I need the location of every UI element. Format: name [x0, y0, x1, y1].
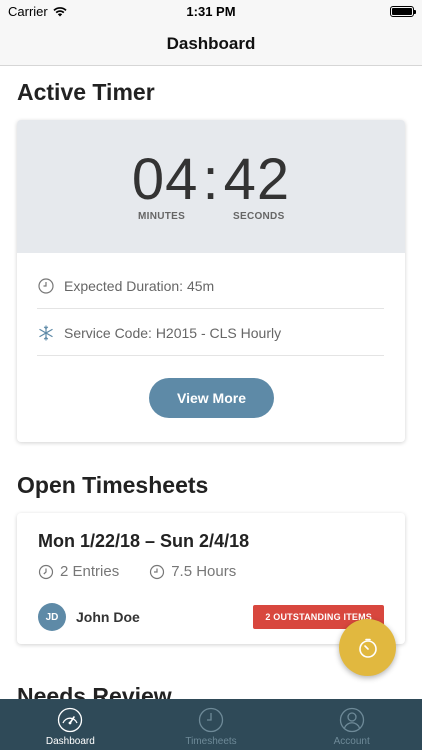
open-timesheets-heading: Open Timesheets: [17, 472, 209, 498]
timesheet-entries: 2 Entries: [60, 563, 120, 580]
tab-dashboard-label: Dashboard: [45, 736, 95, 747]
tab-account-label: Account: [333, 736, 370, 747]
timer-separator: :: [202, 147, 220, 212]
tab-account[interactable]: Account: [281, 699, 422, 750]
timesheet-hours: 7.5 Hours: [171, 563, 237, 580]
snowflake-icon: [37, 324, 54, 341]
avatar: JD: [38, 603, 66, 631]
status-bar: Carrier 1:31 PM: [0, 0, 422, 22]
dashboard-content[interactable]: Active Timer 04 : 42 MINUTES SECONDS Exp…: [0, 66, 422, 699]
tab-bar: Dashboard Timesheets Account: [0, 699, 422, 750]
active-timer-card[interactable]: 04 : 42 MINUTES SECONDS Expected Duratio…: [17, 120, 405, 442]
battery-icon: [390, 5, 416, 17]
timer-icon: [358, 638, 377, 658]
wifi-icon: [53, 6, 67, 16]
speedometer-icon: [58, 707, 83, 733]
page-title: Dashboard: [166, 33, 256, 53]
tab-timesheets-label: Timesheets: [185, 736, 237, 747]
start-timer-button[interactable]: [339, 619, 396, 676]
clock-icon: [198, 707, 224, 733]
entries-icon: [38, 564, 54, 579]
user-name: John Doe: [76, 609, 140, 625]
tab-timesheets[interactable]: Timesheets: [141, 699, 282, 750]
status-time: 1:31 PM: [186, 3, 236, 19]
active-timer-heading: Active Timer: [17, 79, 155, 105]
expected-duration-text: Expected Duration: 45m: [64, 277, 215, 294]
seconds-label: SECONDS: [233, 211, 285, 222]
timesheet-date-range: Mon 1/22/18 – Sun 2/4/18: [38, 531, 250, 551]
user-icon: [339, 707, 364, 733]
status-left: Carrier: [8, 4, 148, 19]
service-code-row: Service Code: H2015 - CLS Hourly: [37, 310, 384, 356]
clock-icon: [37, 277, 54, 294]
timer-digits: 04 : 42: [17, 146, 405, 213]
minutes-label: MINUTES: [138, 211, 186, 222]
expected-duration-row: Expected Duration: 45m: [37, 263, 384, 309]
navigation-bar: Dashboard: [0, 22, 422, 66]
status-right: [274, 5, 416, 17]
timesheet-user: JD John Doe: [38, 603, 140, 631]
hours-icon: [150, 564, 165, 579]
needs-review-heading: Needs Review: [17, 683, 172, 699]
view-more-button[interactable]: View More: [149, 378, 274, 418]
carrier-label: Carrier: [8, 3, 48, 19]
timesheet-card[interactable]: Mon 1/22/18 – Sun 2/4/18 2 Entries 7.5 H…: [17, 513, 405, 644]
timer-seconds: 42: [223, 147, 291, 212]
service-code-text: Service Code: H2015 - CLS Hourly: [64, 324, 282, 341]
tab-dashboard[interactable]: Dashboard: [0, 699, 141, 750]
timesheet-meta: 2 Entries 7.5 Hours: [38, 563, 236, 580]
timer-display: 04 : 42 MINUTES SECONDS: [17, 120, 405, 253]
timer-minutes: 04: [131, 147, 199, 212]
